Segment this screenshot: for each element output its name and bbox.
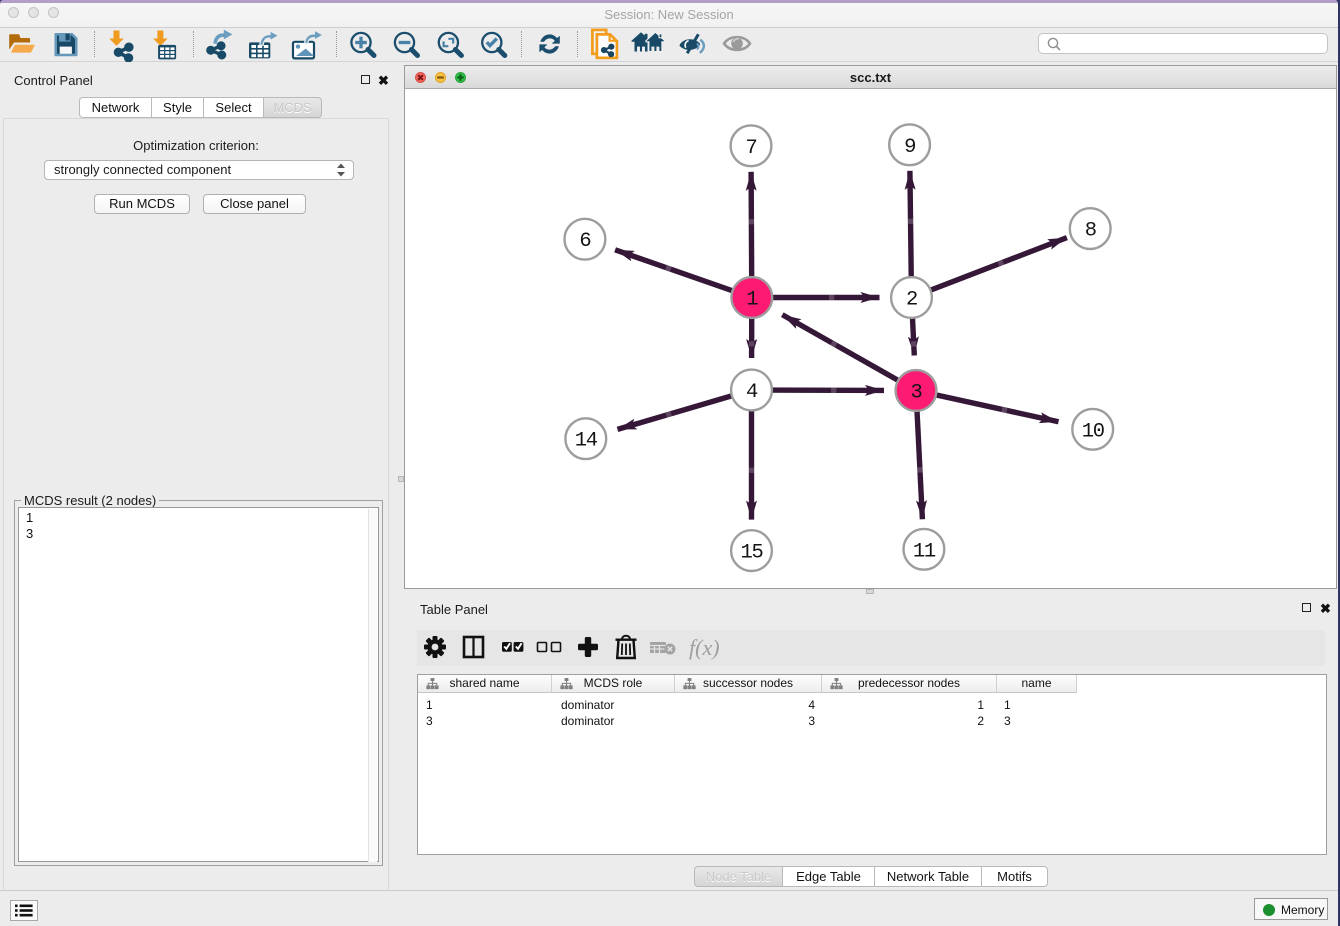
svg-text:15: 15 [740,542,762,565]
svg-text:f(x): f(x) [689,635,720,660]
svg-text:6: 6 [579,230,590,253]
svg-text:11: 11 [913,540,936,563]
svg-text:10: 10 [1082,420,1105,443]
svg-text:4: 4 [746,381,758,404]
svg-text:2: 2 [906,289,917,312]
svg-text:3: 3 [910,382,921,405]
svg-text:14: 14 [575,430,598,453]
svg-text:1: 1 [746,289,758,312]
svg-text:8: 8 [1085,220,1096,243]
svg-text:9: 9 [904,136,915,159]
svg-text:7: 7 [745,137,756,160]
